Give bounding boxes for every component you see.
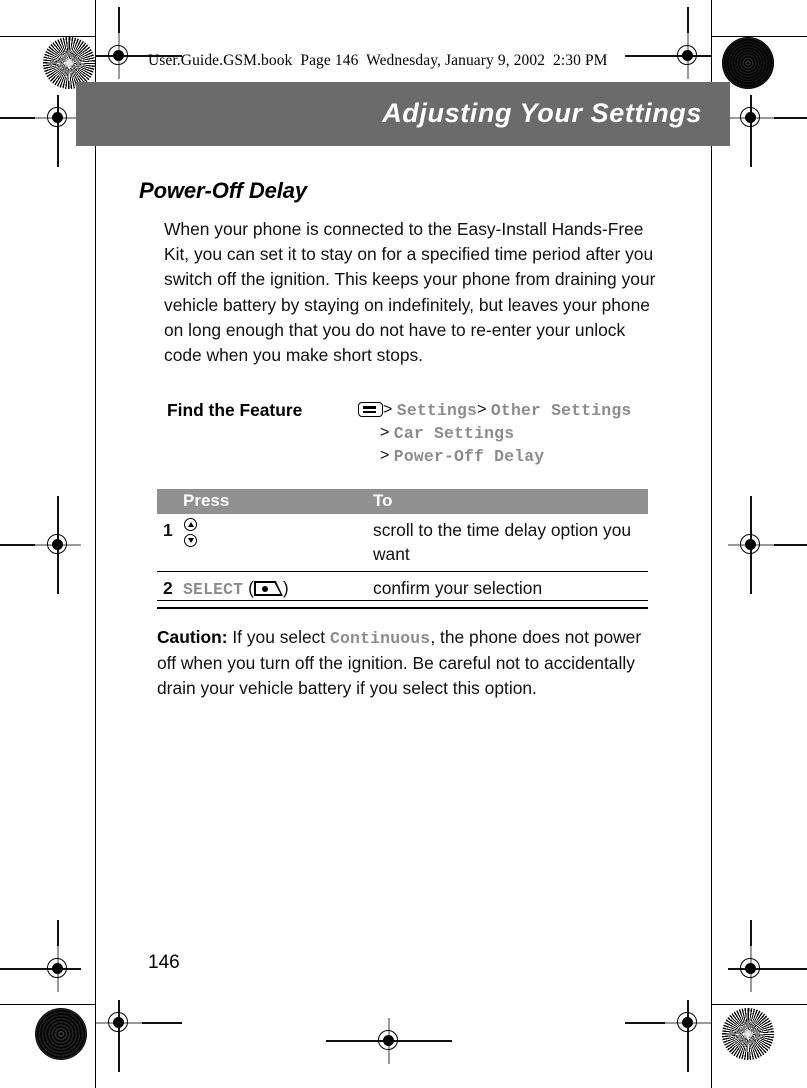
menu-separator: >	[383, 401, 393, 418]
caution-lead: Caution:	[157, 627, 228, 647]
find-the-feature-label: Find the Feature	[167, 400, 303, 420]
registration-mark-lower-right	[728, 920, 807, 992]
step-description: scroll to the time delay option you want	[368, 514, 648, 572]
step-press-cell	[183, 514, 368, 572]
menu-item-other-settings: Other Settings	[490, 401, 632, 420]
step-number: 2	[157, 571, 183, 609]
crop-frame-line-top-right-h	[711, 36, 807, 38]
registration-mark-bottom-right	[625, 1000, 711, 1072]
registration-mark-bottom-left	[96, 1000, 182, 1072]
page-number: 146	[148, 952, 180, 973]
crop-frame-line-bottom-left-h	[0, 1004, 96, 1006]
menu-item-car-settings: Car Settings	[393, 424, 515, 443]
registration-rosette-bottom-left	[35, 1008, 87, 1060]
menu-separator: >	[380, 447, 390, 464]
caution-paragraph: Caution: If you select Continuous, the p…	[157, 625, 662, 702]
step-press-cell: SELECT ( )	[183, 571, 368, 609]
column-header-number	[157, 489, 183, 514]
registration-mark-mid-left	[0, 496, 81, 594]
registration-mark-upper-right	[728, 95, 807, 167]
find-the-feature-path: > Settings> Other Settings > Car Setting…	[358, 398, 658, 467]
menu-path-line-2: > Car Settings	[358, 421, 658, 444]
registration-mark-upper-left	[0, 95, 81, 167]
registration-mark-lower-left	[0, 920, 81, 992]
menu-separator: >	[477, 401, 487, 418]
paren-close: )	[282, 578, 289, 598]
table-header-row: Press To	[157, 489, 648, 514]
menu-item-settings: Settings	[396, 401, 478, 420]
menu-path-line-3: > Power-Off Delay	[358, 444, 658, 467]
section-heading: Power-Off Delay	[139, 178, 308, 203]
running-head: User.Guide.GSM.book Page 146 Wednesday, …	[148, 52, 608, 69]
registration-mark-mid-right	[728, 496, 807, 594]
registration-mark-top-left	[96, 7, 182, 79]
softkey-label: SELECT	[183, 580, 244, 599]
crop-frame-line-top-left-h	[0, 36, 96, 38]
menu-separator: >	[380, 424, 390, 441]
softkey-icon	[253, 581, 283, 596]
table-row: 2 SELECT ( ) confirm your selection	[157, 571, 648, 609]
registration-mark-top-right	[625, 7, 711, 79]
crop-frame-line-left-mid	[95, 96, 97, 1004]
step-description: confirm your selection	[368, 571, 648, 609]
document-page: User.Guide.GSM.book Page 146 Wednesday, …	[0, 0, 807, 1088]
caution-mono-term: Continuous	[329, 629, 431, 648]
chapter-title: Adjusting Your Settings	[382, 97, 702, 128]
caution-text-before: If you select	[227, 627, 330, 647]
menu-item-power-off-delay: Power-Off Delay	[393, 447, 545, 466]
menu-key-icon	[358, 402, 383, 417]
steps-table: Press To 1 scroll to the time delay opti…	[157, 489, 648, 609]
menu-path-line-1: > Settings> Other Settings	[358, 398, 658, 421]
chapter-header-bar: Adjusting Your Settings	[76, 82, 730, 146]
step-number: 1	[157, 514, 183, 572]
crop-frame-line-bottom-right-h	[711, 1004, 807, 1006]
registration-rosette-bottom-right	[722, 1008, 774, 1060]
scroll-key-icon	[183, 518, 198, 548]
column-header-press: Press	[183, 489, 368, 514]
table-bottom-rule	[157, 600, 648, 602]
column-header-to: To	[368, 489, 648, 514]
intro-paragraph: When your phone is connected to the Easy…	[164, 219, 656, 366]
registration-mark-bottom-center	[326, 1018, 452, 1064]
table-row: 1 scroll to the time delay option you wa…	[157, 514, 648, 572]
crop-frame-line-right-mid	[711, 96, 713, 1004]
crop-frame-line-bottom-right-v	[711, 1005, 713, 1088]
